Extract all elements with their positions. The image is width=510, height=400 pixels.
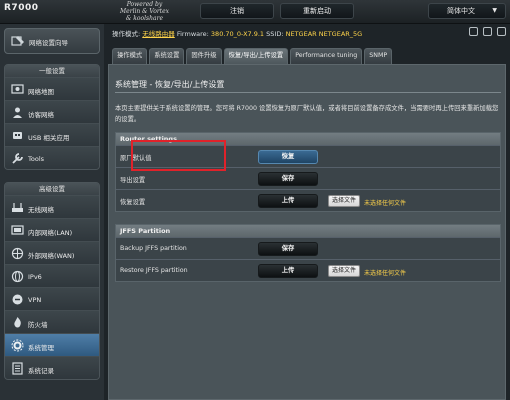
guest-network-icon — [13, 107, 22, 118]
backup-jffs-row: Backup JFFS partition 保存 — [116, 237, 500, 259]
ssid-24g: NETGEAR — [285, 30, 317, 38]
usb-icon — [13, 132, 22, 139]
restore-settings-label: 恢复设置 — [120, 199, 146, 206]
general-menu: 一般设置 网络地图 访客网络 USB 相关应用 Tools — [4, 64, 100, 170]
sidebar-item-guest-network[interactable]: 访客网络 — [5, 100, 99, 123]
wizard-icon — [11, 36, 24, 46]
choose-jffs-file-button[interactable]: 选择文件 — [328, 265, 360, 277]
jffs-file-status: 未选择任何文件 — [364, 270, 407, 277]
sidebar-item-tools[interactable]: Tools — [5, 146, 99, 169]
tab-bar: 操作模式 系统设置 固件升级 恢复/导出/上传设置 Performance tu… — [112, 48, 393, 64]
sidebar-item-firewall[interactable]: 防火墙 — [5, 310, 99, 333]
sidebar-item-administration[interactable]: 系统管理 — [5, 333, 99, 356]
sidebar-item-ipv6[interactable]: IPv6 — [5, 264, 99, 287]
tools-icon — [12, 153, 23, 164]
firmware-version[interactable]: 380.70_0-X7.9.1 — [211, 30, 264, 38]
admin-icon — [11, 339, 24, 352]
tab-restore-save-upload[interactable]: 恢复/导出/上传设置 — [223, 48, 289, 64]
restore-jffs-row: Restore JFFS partition 上传 选择文件 未选择任何文件 — [116, 259, 500, 281]
top-bar: R7000 Powered by Merlin & Vortex & kools… — [0, 0, 510, 24]
main-panel: 系统管理 - 恢复/导出/上传设置 本页主要提供关于系统设置的管理。您可将 R7… — [108, 64, 506, 400]
language-select[interactable]: 简体中文 ▼ — [428, 3, 506, 19]
advanced-menu: 高级设置 无线网络 内部网络(LAN) 外部网络(WAN) IPv6 VPN 防… — [4, 182, 100, 380]
export-settings-label: 导出设置 — [120, 177, 146, 184]
status-icons — [469, 27, 506, 36]
ssid-5g: NETGEAR_5G — [318, 30, 363, 38]
sidebar: 网络设置向导 一般设置 网络地图 访客网络 USB 相关应用 Tools 高级设… — [0, 24, 104, 400]
restore-jffs-label: Restore JFFS partition — [120, 267, 188, 274]
firewall-icon — [14, 317, 21, 328]
tab-system[interactable]: 系统设置 — [149, 48, 185, 64]
upload-settings-button[interactable]: 上传 — [258, 194, 318, 208]
sidebar-item-usb[interactable]: USB 相关应用 — [5, 123, 99, 146]
quick-setup-button[interactable]: 网络设置向导 — [4, 28, 100, 54]
restore-settings-row: 恢复设置 上传 选择文件 未选择任何文件 — [116, 189, 500, 211]
file-status: 未选择任何文件 — [364, 200, 407, 207]
tab-operation-mode[interactable]: 操作模式 — [112, 48, 148, 64]
sidebar-item-wan[interactable]: 外部网络(WAN) — [5, 241, 99, 264]
chevron-down-icon: ▼ — [492, 7, 497, 14]
restore-jffs-button[interactable]: 上传 — [258, 264, 318, 278]
jffs-header: JFFS Partition — [116, 225, 500, 237]
backup-jffs-label: Backup JFFS partition — [120, 245, 187, 252]
jffs-section: JFFS Partition Backup JFFS partition 保存 … — [115, 224, 501, 282]
wan-icon — [11, 247, 24, 260]
user-icon[interactable] — [469, 27, 478, 36]
sidebar-item-lan[interactable]: 内部网络(LAN) — [5, 218, 99, 241]
sidebar-item-wireless[interactable]: 无线网络 — [5, 195, 99, 218]
restore-default-button[interactable]: 恢复 — [258, 150, 318, 164]
save-settings-button[interactable]: 保存 — [258, 172, 318, 186]
powered-by-text: Powered by Merlin & Vortex & koolshare — [120, 1, 170, 22]
tab-performance-tuning[interactable]: Performance tuning — [290, 48, 363, 64]
choose-file-button[interactable]: 选择文件 — [328, 195, 360, 207]
usb-status-icon[interactable] — [497, 27, 506, 36]
syslog-icon — [12, 362, 23, 375]
title-divider — [115, 92, 501, 93]
logout-button[interactable]: 注销 — [200, 3, 274, 19]
status-line: 操作模式: 无线路由器 Firmware: 380.70_0-X7.9.1 SS… — [112, 30, 363, 38]
vpn-icon — [12, 294, 23, 305]
advanced-header: 高级设置 — [5, 183, 99, 195]
backup-jffs-button[interactable]: 保存 — [258, 242, 318, 256]
page-title: 系统管理 - 恢复/导出/上传设置 — [115, 80, 225, 89]
tab-firmware-upgrade[interactable]: 固件升级 — [186, 48, 222, 64]
sidebar-item-vpn[interactable]: VPN — [5, 287, 99, 310]
reboot-button[interactable]: 重新启动 — [280, 3, 354, 19]
operation-mode-link[interactable]: 无线路由器 — [142, 30, 175, 38]
general-header: 一般设置 — [5, 65, 99, 77]
sidebar-item-syslog[interactable]: 系统记录 — [5, 356, 99, 379]
wireless-icon — [12, 203, 23, 212]
tab-snmp[interactable]: SNMP — [364, 48, 393, 64]
network-map-icon — [11, 84, 24, 94]
link-status-icon[interactable] — [483, 27, 492, 36]
lan-icon — [11, 225, 24, 235]
sidebar-item-network-map[interactable]: 网络地图 — [5, 77, 99, 100]
router-logo: R7000 — [4, 3, 39, 13]
ipv6-icon — [11, 270, 24, 283]
highlight-box — [131, 140, 226, 171]
page-description: 本页主要提供关于系统设置的管理。您可将 R7000 设置恢复为原厂默认值，或者将… — [115, 105, 499, 123]
